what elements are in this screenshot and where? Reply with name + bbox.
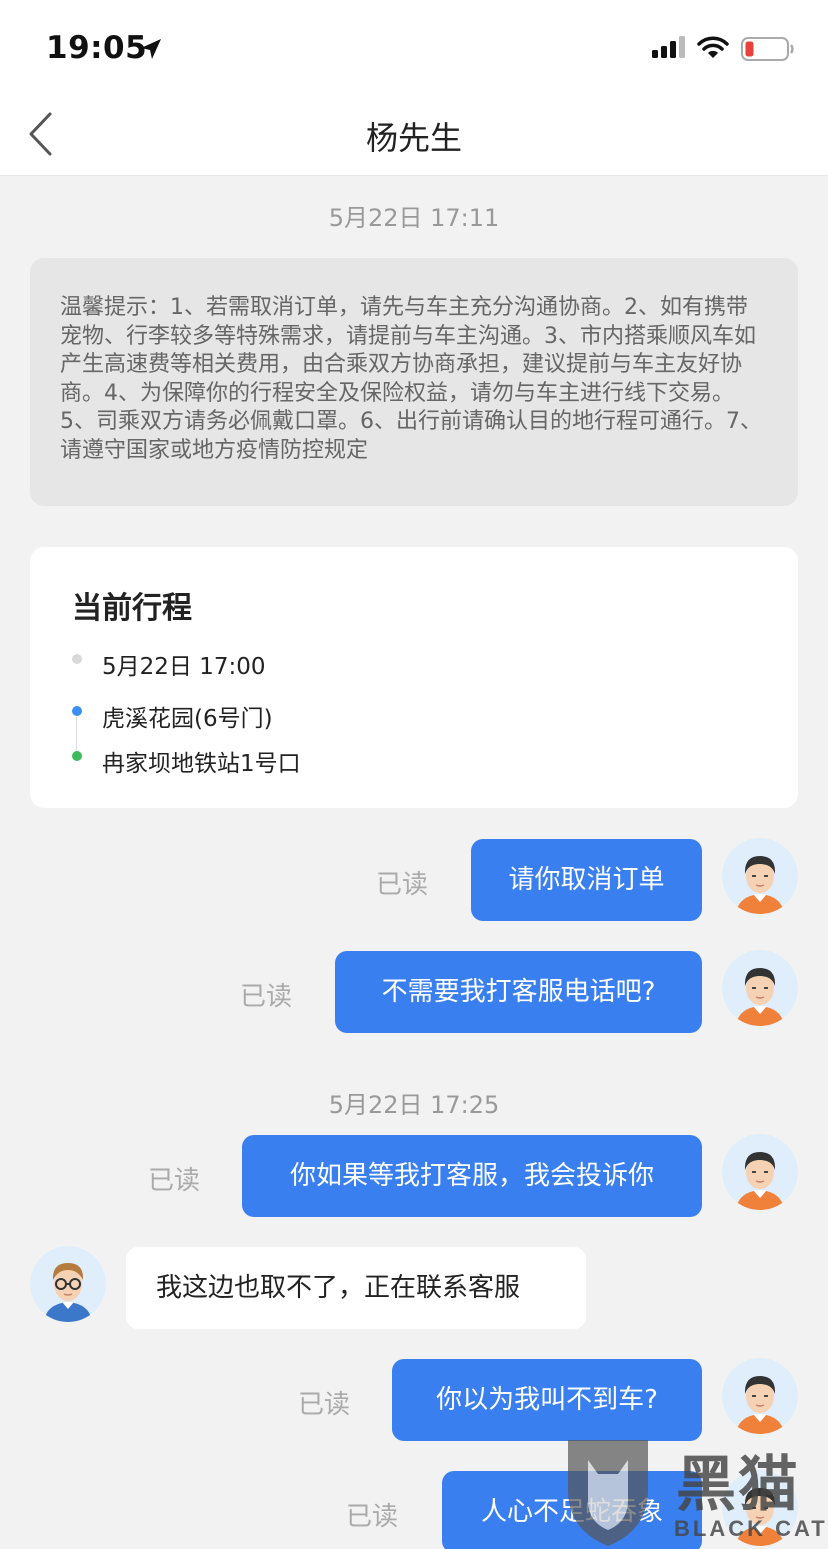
read-status: 已读	[298, 1390, 351, 1420]
user-avatar-icon	[722, 950, 798, 1026]
destination-dot-icon	[72, 751, 82, 761]
watermark-subtext: BLACK CAT	[674, 1516, 828, 1541]
user-avatar-icon	[722, 838, 798, 914]
self-avatar[interactable]	[722, 1134, 798, 1210]
wifi-icon	[697, 36, 729, 58]
battery-icon	[741, 37, 794, 61]
message-bubble-outgoing[interactable]: 你以为我叫不到车?	[392, 1359, 702, 1441]
read-status: 已读	[376, 870, 429, 900]
trip-destination: 冉家坝地铁站1号口	[102, 751, 301, 777]
driver-avatar-icon	[30, 1246, 106, 1322]
read-status: 已读	[346, 1502, 399, 1532]
self-avatar[interactable]	[722, 950, 798, 1026]
message-bubble-outgoing[interactable]: 你如果等我打客服，我会投诉你	[242, 1135, 702, 1217]
status-bar: 19:05	[0, 0, 828, 96]
blackcat-logo-icon	[568, 1440, 648, 1546]
message-bubble-outgoing[interactable]: 不需要我打客服电话吧?	[335, 951, 702, 1033]
chat-timestamp: 5月22日 17:25	[328, 1091, 500, 1119]
status-time: 19:05	[46, 30, 148, 66]
user-avatar-icon	[722, 1358, 798, 1434]
read-status: 已读	[240, 982, 293, 1012]
self-avatar[interactable]	[722, 838, 798, 914]
blackcat-watermark: 黑猫 BLACK CAT	[558, 1430, 828, 1549]
safety-notice-text: 温馨提示：1、若需取消订单，请先与车主充分沟通协商。2、如有携带宠物、行李较多等…	[60, 295, 762, 463]
trip-time-dot-icon	[72, 654, 82, 664]
nav-bar: 杨先生	[0, 96, 828, 176]
user-avatar-icon	[722, 1134, 798, 1210]
trip-origin: 虎溪花园(6号门)	[102, 706, 273, 732]
cellular-signal-icon	[652, 36, 685, 58]
trip-time: 5月22日 17:00	[102, 654, 266, 680]
watermark-text: 黑猫	[676, 1450, 800, 1520]
trip-card-title: 当前行程	[72, 591, 192, 626]
location-arrow-icon	[141, 39, 161, 59]
page-title: 杨先生	[365, 119, 462, 157]
message-bubble-incoming[interactable]: 我这边也取不了，正在联系客服	[126, 1247, 586, 1329]
read-status: 已读	[148, 1166, 201, 1196]
origin-dot-icon	[72, 706, 82, 716]
driver-avatar[interactable]	[30, 1246, 106, 1322]
message-bubble-outgoing[interactable]: 请你取消订单	[471, 839, 702, 921]
current-trip-card[interactable]: 当前行程 5月22日 17:00 虎溪花园(6号门) 冉家坝地铁站1号口	[30, 547, 798, 808]
chat-timestamp: 5月22日 17:11	[328, 204, 500, 232]
self-avatar[interactable]	[722, 1358, 798, 1434]
safety-notice: 温馨提示：1、若需取消订单，请先与车主充分沟通协商。2、如有携带宠物、行李较多等…	[30, 258, 798, 506]
